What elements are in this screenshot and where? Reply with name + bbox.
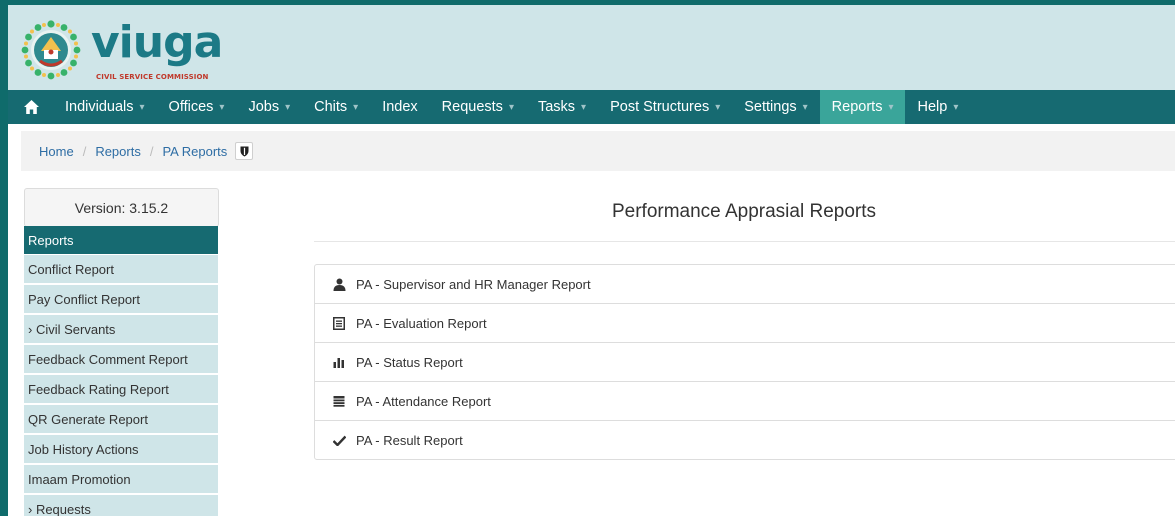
nav-label: Jobs (248, 99, 280, 115)
report-label: PA - Evaluation Report (356, 315, 487, 331)
report-label: PA - Attendance Report (356, 393, 491, 409)
shield-icon (240, 146, 249, 156)
nav-index[interactable]: Index (370, 90, 429, 124)
report-label: PA - Result Report (356, 432, 463, 448)
sidebar-list: Conflict Report Pay Conflict Report › Ci… (24, 255, 218, 516)
nav-home-button[interactable] (8, 90, 53, 124)
nav-help[interactable]: Help ▾ (905, 90, 970, 124)
calendar-icon (332, 394, 346, 408)
sidebar-item-civil-servants[interactable]: › Civil Servants (24, 315, 218, 343)
report-item-status[interactable]: PA - Status Report (315, 343, 1175, 382)
sidebar-item-pay-conflict-report[interactable]: Pay Conflict Report (24, 285, 218, 313)
sidebar-heading: Reports (24, 226, 218, 254)
nav-label: Help (917, 99, 948, 115)
breadcrumb-separator: / (82, 143, 87, 159)
nav-label: Post Structures (610, 99, 710, 115)
caret-down-icon: ▾ (581, 101, 587, 113)
caret-down-icon: ▾ (139, 101, 145, 113)
caret-down-icon: ▾ (953, 101, 959, 113)
nav-jobs[interactable]: Jobs ▾ (236, 90, 302, 124)
sidebar-item-job-history-actions[interactable]: Job History Actions (24, 435, 218, 463)
nav-label: Chits (314, 99, 348, 115)
nav-label: Individuals (65, 99, 134, 115)
breadcrumb-reports-link[interactable]: Reports (95, 144, 141, 159)
brand-header: viuga CIVIL SERVICE COMMISSION (8, 5, 1175, 90)
stats-icon (332, 355, 346, 369)
sidebar-item-imaam-promotion[interactable]: Imaam Promotion (24, 465, 218, 493)
sidebar-item-feedback-comment-report[interactable]: Feedback Comment Report (24, 345, 218, 373)
title-divider (314, 241, 1175, 242)
sidebar-item-conflict-report[interactable]: Conflict Report (24, 255, 218, 283)
sidebar-item-qr-generate-report[interactable]: QR Generate Report (24, 405, 218, 433)
user-icon (332, 277, 346, 291)
report-label: PA - Supervisor and HR Manager Report (356, 276, 591, 292)
caret-down-icon: ▾ (802, 101, 808, 113)
caret-down-icon: ▾ (888, 101, 894, 113)
brand-name: viuga (91, 17, 223, 68)
caret-down-icon: ▾ (715, 101, 721, 113)
home-icon (24, 100, 39, 114)
caret-down-icon: ▾ (219, 101, 225, 113)
report-item-attendance[interactable]: PA - Attendance Report (315, 382, 1175, 421)
caret-down-icon: ▾ (353, 101, 359, 113)
nav-label: Requests (441, 99, 503, 115)
nav-requests[interactable]: Requests ▾ (430, 90, 526, 124)
nav-label: Reports (831, 99, 883, 115)
breadcrumb-separator: / (149, 143, 154, 159)
report-item-result[interactable]: PA - Result Report (315, 421, 1175, 459)
brand-subtitle: CIVIL SERVICE COMMISSION (96, 73, 209, 81)
sidebar-item-requests[interactable]: › Requests (24, 495, 218, 516)
report-list: PA - Supervisor and HR Manager Report PA… (314, 264, 1175, 460)
breadcrumb-home-link[interactable]: Home (39, 144, 74, 159)
nav-label: Tasks (537, 99, 576, 115)
sidebar-item-feedback-rating-report[interactable]: Feedback Rating Report (24, 375, 218, 403)
version-label: Version: 3.15.2 (24, 188, 219, 227)
nav-label: Offices (168, 99, 214, 115)
nav-tasks[interactable]: Tasks ▾ (526, 90, 598, 124)
report-item-evaluation[interactable]: PA - Evaluation Report (315, 304, 1175, 343)
shield-button[interactable] (235, 142, 254, 160)
nav-label: Index (382, 99, 418, 115)
breadcrumb: Home / Reports / PA Reports (21, 131, 1175, 171)
nav-offices[interactable]: Offices ▾ (157, 90, 237, 124)
list-alt-icon (332, 316, 346, 330)
caret-down-icon: ▾ (285, 101, 291, 113)
nav-label: Settings (744, 99, 797, 115)
nav-post-structures[interactable]: Post Structures ▾ (598, 90, 732, 124)
nav-settings[interactable]: Settings ▾ (732, 90, 819, 124)
nav-individuals[interactable]: Individuals ▾ (53, 90, 157, 124)
nav-chits[interactable]: Chits ▾ (302, 90, 370, 124)
main-navbar: Individuals ▾ Offices ▾ Jobs ▾ Chits ▾ Index… (8, 90, 1175, 124)
nav-reports[interactable]: Reports ▾ (819, 90, 906, 124)
checkmark-icon (332, 433, 346, 447)
report-item-supervisor-hr[interactable]: PA - Supervisor and HR Manager Report (315, 265, 1175, 304)
logo-emblem-icon[interactable] (20, 19, 82, 81)
app-frame: viuga CIVIL SERVICE COMMISSION Individua… (8, 5, 1175, 516)
report-label: PA - Status Report (356, 354, 463, 370)
breadcrumb-current[interactable]: PA Reports (162, 144, 227, 159)
page-title: Performance Apprasial Reports (611, 201, 876, 222)
caret-down-icon: ▾ (508, 101, 514, 113)
